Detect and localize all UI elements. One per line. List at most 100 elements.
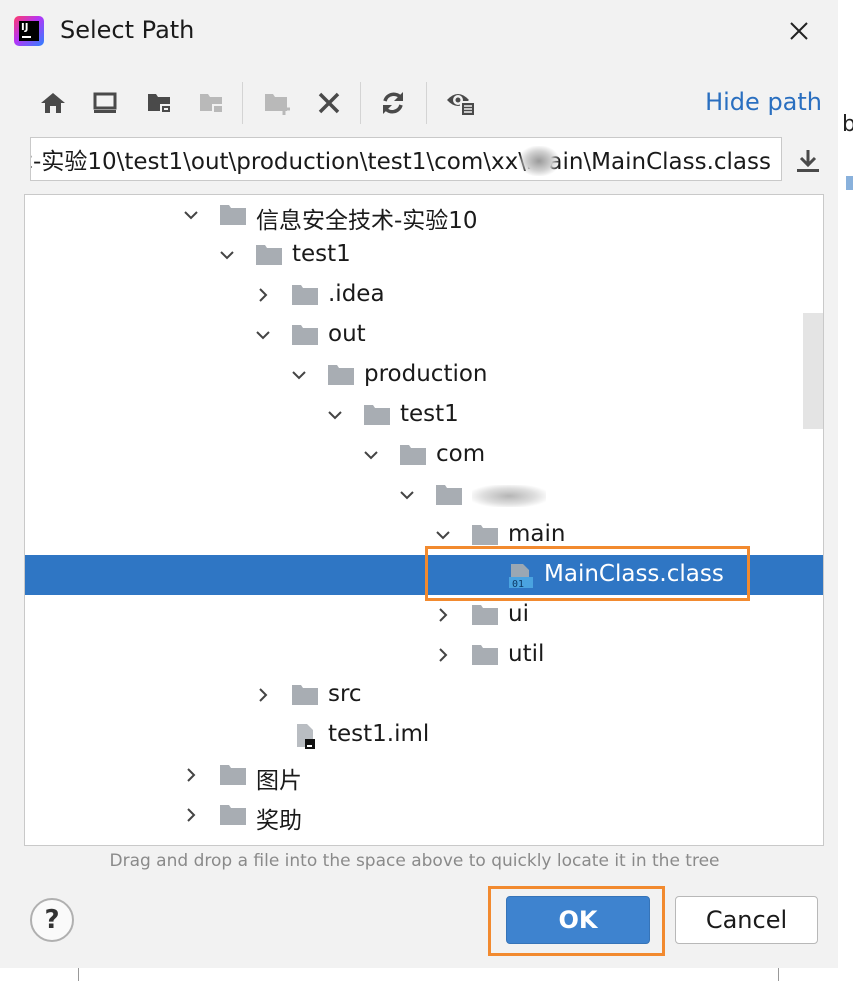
toolbar-separator bbox=[426, 82, 427, 124]
folder-icon bbox=[291, 683, 319, 707]
title-bar: IJ Select Path bbox=[0, 0, 838, 62]
tree-row-label: test1.iml bbox=[328, 721, 430, 747]
dialog-title: Select Path bbox=[60, 16, 195, 44]
folder-icon bbox=[291, 323, 319, 347]
folder-icon bbox=[219, 203, 247, 227]
tree-row-label: 奖助 bbox=[256, 808, 302, 834]
select-path-dialog: IJ Select Path Hide path C:\信息安全技术-实验10\… bbox=[0, 0, 839, 969]
chevron-down-icon[interactable] bbox=[325, 405, 345, 425]
new-folder-icon bbox=[265, 94, 290, 115]
toolbar-separator bbox=[242, 82, 243, 124]
home-icon bbox=[41, 93, 65, 113]
project-folder-icon bbox=[148, 94, 172, 114]
folder-icon bbox=[327, 363, 355, 387]
close-icon bbox=[790, 22, 808, 40]
tree-row-label: test1 bbox=[400, 401, 459, 427]
tree-row-label: test1 bbox=[292, 241, 351, 267]
chevron-down-icon[interactable] bbox=[361, 445, 381, 465]
chevron-right-icon[interactable] bbox=[253, 685, 273, 705]
file-tree[interactable]: 信息安全技术-实验10 test1 .idea out production test1 c… bbox=[24, 194, 824, 846]
tree-scrollbar[interactable] bbox=[803, 313, 823, 429]
drag-drop-hint: Drag and drop a file into the space abov… bbox=[109, 851, 720, 871]
chevron-down-icon[interactable] bbox=[433, 525, 453, 545]
tree-row-label: out bbox=[328, 321, 366, 347]
home-button[interactable] bbox=[36, 86, 70, 120]
chevron-down-icon[interactable] bbox=[397, 485, 417, 505]
tree-row-label: production bbox=[364, 361, 488, 387]
folder-icon bbox=[471, 643, 499, 667]
help-button[interactable]: ? bbox=[30, 898, 74, 942]
toolbar-separator bbox=[360, 82, 361, 124]
blurred-folder-name bbox=[472, 485, 546, 507]
tree-row[interactable]: src bbox=[25, 675, 823, 715]
new-folder-button[interactable] bbox=[260, 86, 294, 120]
folder-icon bbox=[291, 283, 319, 307]
tree-row[interactable]: test1 bbox=[25, 235, 823, 275]
path-input[interactable] bbox=[31, 138, 771, 180]
highlight-box-selected-file bbox=[425, 546, 750, 601]
refresh-icon bbox=[383, 92, 403, 114]
chevron-right-icon[interactable] bbox=[181, 805, 201, 825]
folder-icon bbox=[471, 523, 499, 547]
chevron-right-icon[interactable] bbox=[433, 605, 453, 625]
chevron-down-icon[interactable] bbox=[217, 245, 237, 265]
download-button[interactable] bbox=[794, 147, 822, 175]
folder-icon bbox=[435, 483, 463, 507]
tree-row[interactable] bbox=[25, 475, 823, 515]
hide-path-link[interactable]: Hide path bbox=[705, 88, 822, 116]
tree-row-label: com bbox=[436, 441, 486, 467]
delete-icon bbox=[318, 92, 340, 114]
background-window-bottom bbox=[0, 968, 853, 981]
tree-row[interactable]: test1.iml bbox=[25, 715, 823, 755]
chevron-down-icon[interactable] bbox=[289, 365, 309, 385]
project-folder-button[interactable] bbox=[142, 86, 176, 120]
tree-row[interactable]: 图片 bbox=[25, 755, 823, 795]
tree-row[interactable]: out bbox=[25, 315, 823, 355]
folder-icon bbox=[471, 603, 499, 627]
show-hidden-button[interactable] bbox=[444, 86, 478, 120]
folder-icon bbox=[219, 803, 247, 827]
blurred-path-segment bbox=[519, 146, 559, 176]
ok-button[interactable]: OK bbox=[506, 896, 650, 944]
path-field[interactable] bbox=[30, 137, 782, 181]
chevron-right-icon[interactable] bbox=[253, 285, 273, 305]
tree-row-label: .idea bbox=[328, 281, 385, 307]
background-text-fragment: b bbox=[842, 112, 853, 137]
show-hidden-icon bbox=[447, 94, 476, 117]
tree-row[interactable]: .idea bbox=[25, 275, 823, 315]
tree-row-label: src bbox=[328, 681, 362, 707]
folder-icon bbox=[363, 403, 391, 427]
chevron-down-icon[interactable] bbox=[181, 205, 201, 225]
desktop-icon bbox=[93, 92, 117, 113]
tree-row-label: util bbox=[508, 641, 545, 667]
background-window-edge: b bbox=[838, 0, 853, 981]
tree-row-label: main bbox=[508, 521, 566, 547]
tree-row[interactable]: production bbox=[25, 355, 823, 395]
tree-row-label: 图片 bbox=[256, 768, 302, 794]
tree-row[interactable]: com bbox=[25, 435, 823, 475]
refresh-button[interactable] bbox=[376, 86, 410, 120]
chevron-right-icon[interactable] bbox=[433, 645, 453, 665]
desktop-button[interactable] bbox=[88, 86, 122, 120]
delete-button[interactable] bbox=[312, 86, 346, 120]
intellij-logo-icon: IJ bbox=[14, 16, 44, 46]
tree-row[interactable]: util bbox=[25, 635, 823, 675]
folder-icon bbox=[255, 243, 283, 267]
tree-row-label: 信息安全技术-实验10 bbox=[256, 208, 478, 234]
tree-row[interactable]: test1 bbox=[25, 395, 823, 435]
folder-icon bbox=[399, 443, 427, 467]
tree-row[interactable]: 奖助 bbox=[25, 795, 823, 835]
close-button[interactable] bbox=[780, 12, 818, 50]
module-folder-icon bbox=[200, 94, 224, 114]
module-folder-button[interactable] bbox=[194, 86, 228, 120]
background-accent bbox=[846, 176, 853, 190]
iml-file-icon bbox=[291, 723, 319, 749]
tree-row-label: ui bbox=[508, 601, 529, 627]
tree-row[interactable]: 信息安全技术-实验10 bbox=[25, 195, 823, 235]
folder-icon bbox=[219, 763, 247, 787]
download-icon bbox=[797, 150, 819, 172]
tree-row[interactable]: ui bbox=[25, 595, 823, 635]
chevron-right-icon[interactable] bbox=[181, 765, 201, 785]
cancel-button[interactable]: Cancel bbox=[675, 896, 818, 944]
chevron-down-icon[interactable] bbox=[253, 325, 273, 345]
